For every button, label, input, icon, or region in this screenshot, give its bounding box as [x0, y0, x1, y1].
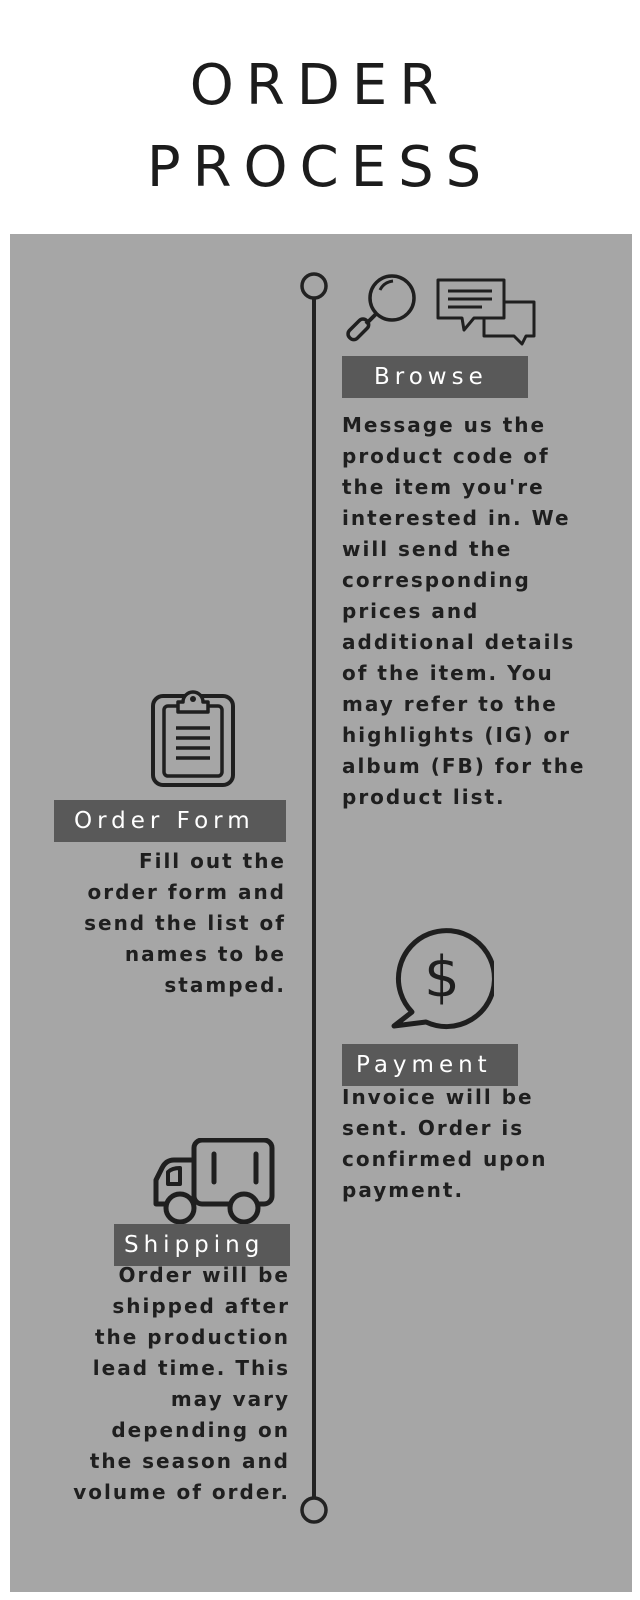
order-form-desc-line: order form and [87, 880, 286, 904]
payment-label: Payment [342, 1044, 518, 1086]
browse-desc-line: interested in. We [342, 506, 571, 530]
order-form-description: Fill out the order form and send the lis… [84, 846, 286, 1001]
svg-text:$: $ [424, 945, 460, 1010]
browse-desc-line: highlights (IG) or [342, 723, 572, 747]
browse-desc-line: may refer to the [342, 692, 558, 716]
browse-desc-line: product list. [342, 785, 506, 809]
browse-desc-line: will send the [342, 537, 513, 561]
payment-desc-line: Invoice will be [342, 1085, 534, 1109]
shipping-desc-line: volume of order. [73, 1480, 290, 1504]
payment-desc-line: payment. [342, 1178, 465, 1202]
browse-desc-line: prices and [342, 599, 480, 623]
browse-description: Message us the product code of the item … [342, 410, 586, 813]
payment-description: Invoice will be sent. Order is confirmed… [342, 1082, 547, 1206]
payment-desc-line: sent. Order is [342, 1116, 525, 1140]
shipping-desc-line: depending on [111, 1418, 290, 1442]
browse-desc-line: album (FB) for the [342, 754, 586, 778]
order-form-desc-line: send the list of [84, 911, 286, 935]
shipping-desc-line: the season and [89, 1449, 290, 1473]
shipping-desc-line: may vary [170, 1387, 290, 1411]
browse-desc-line: the item you're [342, 475, 545, 499]
browse-desc-line: Message us the [342, 413, 547, 437]
page-title-line-2: PROCESS [146, 135, 494, 200]
order-form-desc-line: names to be [124, 942, 286, 966]
process-panel: Browse Message us the product code of th… [10, 234, 632, 1592]
shipping-desc-line: lead time. This [92, 1356, 290, 1380]
delivery-truck-icon [153, 1138, 275, 1225]
shipping-desc-line: the production [94, 1325, 290, 1349]
timeline-end-node [300, 1496, 328, 1524]
order-form-label: Order Form [54, 800, 286, 842]
shipping-description: Order will be shipped after the producti… [73, 1260, 290, 1508]
page-title-line-1: ORDER [189, 53, 451, 118]
browse-label: Browse [342, 356, 528, 398]
timeline-start-node [300, 272, 328, 300]
browse-desc-line: of the item. You [342, 661, 554, 685]
shipping-desc-line: shipped after [112, 1294, 290, 1318]
order-form-desc-line: stamped. [164, 973, 286, 997]
clipboard-icon [151, 690, 235, 787]
browse-desc-line: additional details [342, 630, 576, 654]
order-form-desc-line: Fill out the [138, 849, 286, 873]
shipping-desc-line: Order will be [118, 1263, 290, 1287]
magnifying-glass-icon [346, 274, 416, 342]
browse-desc-line: corresponding [342, 568, 531, 592]
chat-bubbles-icon [436, 278, 536, 346]
payment-desc-line: confirmed upon [342, 1147, 548, 1171]
dollar-speech-bubble-icon: $ [391, 928, 494, 1030]
browse-desc-line: product code of [342, 444, 550, 468]
